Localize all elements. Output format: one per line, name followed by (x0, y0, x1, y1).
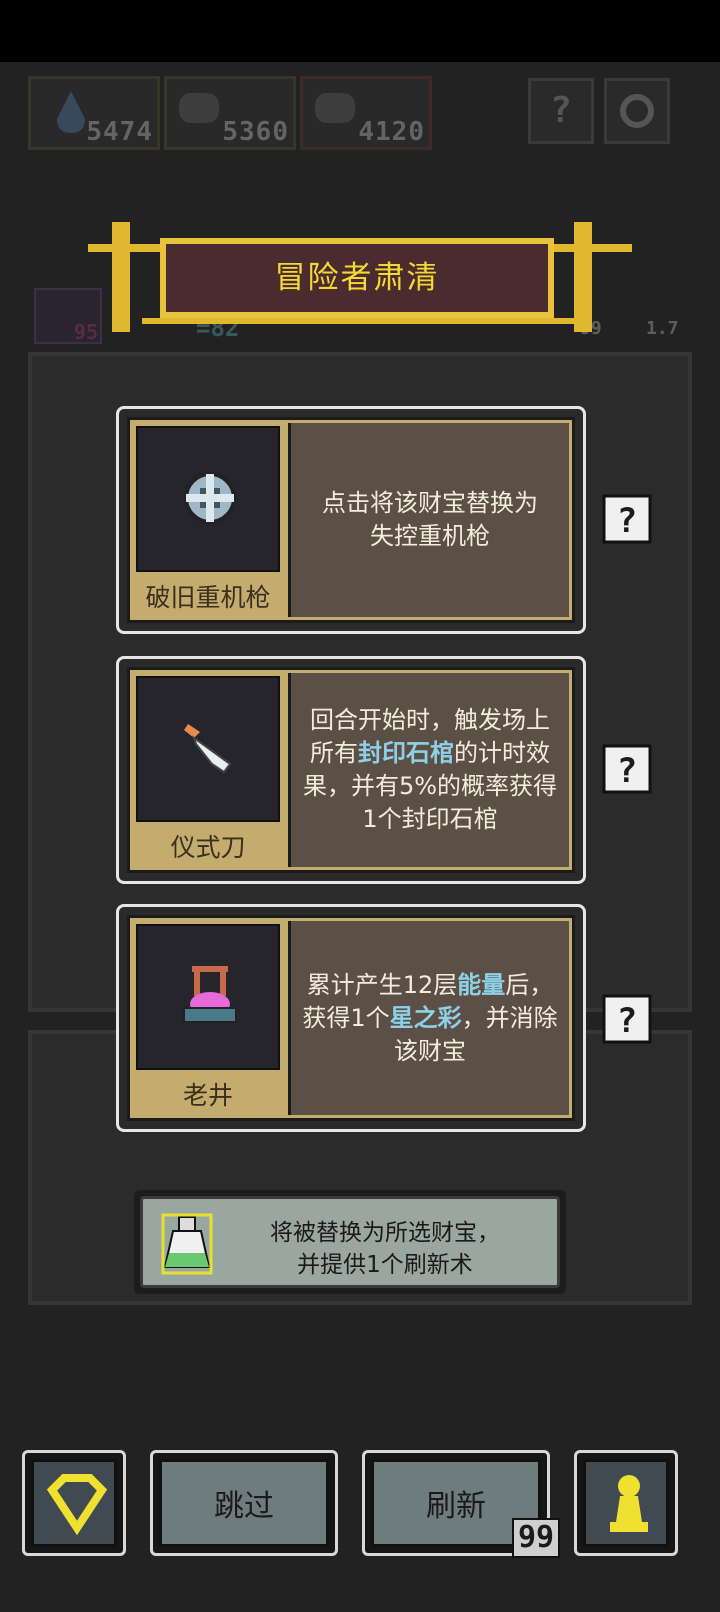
resource-helmet-1: 5360 (164, 76, 296, 150)
item-name: 仪式刀 (170, 833, 246, 862)
help-icon[interactable]: ? (602, 744, 652, 794)
resource-helmet-1-value: 5360 (222, 117, 289, 147)
resource-helmet-2-value: 4120 (358, 117, 425, 147)
banner-post-right (574, 222, 592, 332)
card-body: 老井 累计产生12层能量后，获得1个星之彩，并消除该财宝 (127, 915, 575, 1121)
resource-water-value: 5474 (86, 117, 153, 147)
skip-button[interactable]: 跳过 (150, 1450, 338, 1556)
help-icon[interactable]: ? (602, 494, 652, 544)
banner-post-left (112, 222, 130, 332)
tip-inner: 将被替换为所选财宝， 并提供1个刷新术 (140, 1196, 560, 1288)
item-description: 点击将该财宝替换为 失控重机枪 (288, 423, 569, 617)
status-bar (0, 0, 720, 62)
helmet-icon (315, 93, 355, 123)
help-button[interactable]: ? (528, 78, 594, 144)
item-name: 老井 (182, 1081, 233, 1110)
event-title-banner: 冒险者肃清 (160, 238, 554, 318)
tip-box: 将被替换为所选财宝， 并提供1个刷新术 (134, 1190, 566, 1294)
help-glyph: ? (617, 501, 637, 541)
bg-badge-left: 95 (34, 288, 102, 344)
banner-bar-right (548, 244, 632, 252)
old-well-icon (183, 966, 237, 1023)
item-description: 累计产生12层能量后，获得1个星之彩，并消除该财宝 (288, 921, 569, 1115)
skip-label: 跳过 (214, 1489, 274, 1524)
tip-text: 将被替换为所选财宝， 并提供1个刷新术 (223, 1217, 547, 1281)
desc-highlight: 封印石棺 (358, 739, 454, 767)
resource-water: 5474 (28, 76, 160, 150)
potion-bottle-icon (161, 1213, 213, 1275)
ritual-knife-icon (184, 724, 232, 774)
card-body: 破旧重机枪 点击将该财宝替换为 失控重机枪 (127, 417, 575, 623)
item-icon-box (136, 426, 280, 572)
helmet-icon (179, 93, 219, 123)
pawn-icon (610, 1475, 648, 1532)
skip-button-inner: 跳过 (159, 1459, 329, 1547)
event-title: 冒险者肃清 (274, 260, 440, 296)
desc-text: 累计产生12层 (306, 970, 458, 999)
gear-icon (620, 94, 654, 128)
treasure-option-card[interactable]: 仪式刀 回合开始时，触发场上所有封印石棺的计时效果，并有5%的概率获得1个封印石… (116, 656, 586, 884)
bg-right-stat-b: 1.7 (646, 318, 679, 339)
settings-button[interactable] (604, 78, 670, 144)
heavy-machine-gun-icon (184, 472, 236, 524)
water-drop-icon (57, 91, 85, 133)
desc-highlight: 星之彩 (389, 1003, 462, 1032)
bg-badge-left-value: 95 (73, 320, 98, 344)
resource-helmet-2: 4120 (300, 76, 432, 150)
desc-line: 点击将该财宝替换为 (322, 489, 538, 517)
banner-bar-left (88, 244, 168, 252)
treasure-option-card[interactable]: 老井 累计产生12层能量后，获得1个星之彩，并消除该财宝 (116, 904, 586, 1132)
item-name: 破旧重机枪 (145, 583, 271, 612)
gem-button[interactable] (22, 1450, 126, 1556)
treasure-option-card[interactable]: 破旧重机枪 点击将该财宝替换为 失控重机枪 (116, 406, 586, 634)
desc-highlight: 能量 (457, 970, 506, 999)
banner-base (142, 318, 582, 324)
refresh-count: 99 (512, 1518, 561, 1558)
pawn-button[interactable] (574, 1450, 678, 1556)
item-icon-box (136, 676, 280, 822)
desc-line: 失控重机枪 (370, 522, 490, 550)
diamond-icon (46, 1474, 108, 1536)
pawn-button-inner (583, 1459, 669, 1547)
tip-line: 将被替换为所选财宝， (270, 1220, 500, 1246)
tip-line: 并提供1个刷新术 (297, 1252, 473, 1278)
card-body: 仪式刀 回合开始时，触发场上所有封印石棺的计时效果，并有5%的概率获得1个封印石… (127, 667, 575, 873)
help-glyph: ? (617, 1001, 637, 1041)
item-description: 回合开始时，触发场上所有封印石棺的计时效果，并有5%的概率获得1个封印石棺 (288, 673, 569, 867)
gem-button-inner (31, 1459, 117, 1547)
help-glyph: ? (617, 751, 637, 791)
help-icon[interactable]: ? (602, 994, 652, 1044)
item-icon-box (136, 924, 280, 1070)
